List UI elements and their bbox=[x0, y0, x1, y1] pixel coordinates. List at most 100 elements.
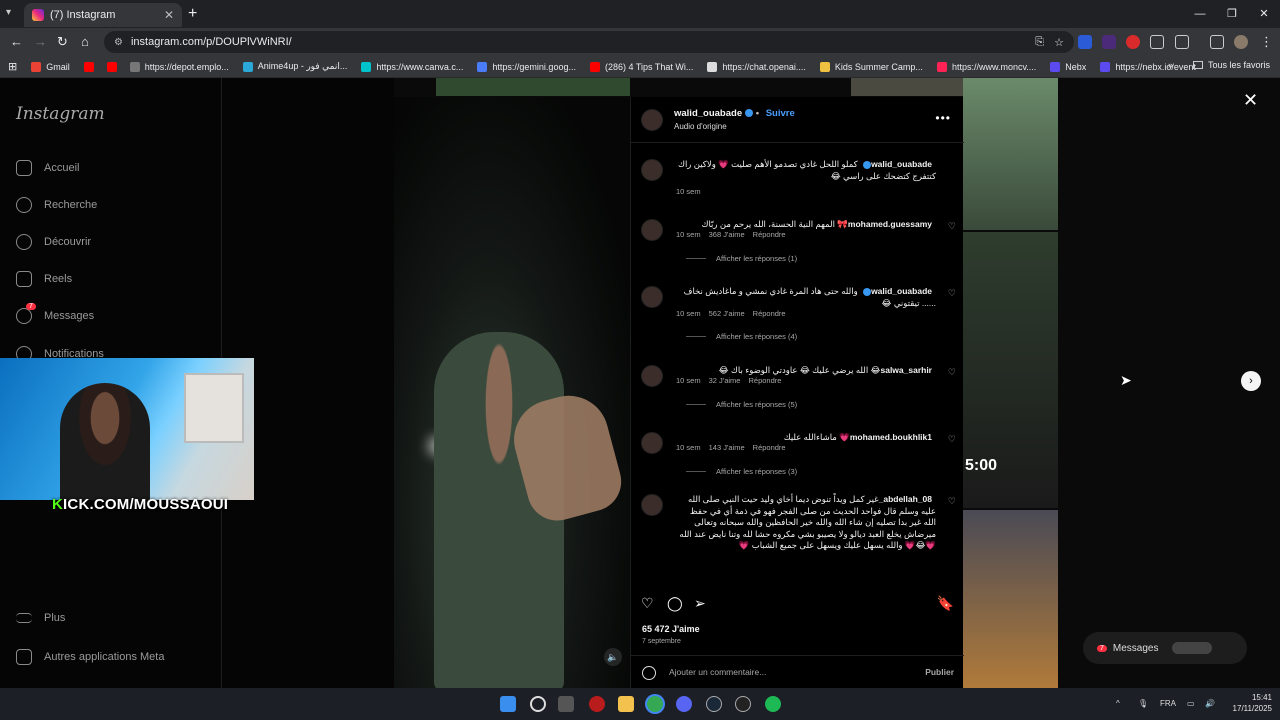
forward-icon[interactable]: → bbox=[34, 34, 47, 49]
comment-likes[interactable]: 143 J'aime bbox=[709, 443, 745, 452]
view-replies-button[interactable]: Afficher les réponses (5) bbox=[686, 400, 797, 409]
spotify-icon[interactable] bbox=[765, 696, 781, 712]
extensions-puzzle-icon[interactable] bbox=[1175, 35, 1189, 49]
comment-like-icon[interactable]: ♡ bbox=[948, 288, 956, 299]
extension-3-icon[interactable] bbox=[1126, 35, 1140, 49]
comment-username[interactable]: salwa_sarhir bbox=[880, 365, 932, 375]
reply-button[interactable]: Répondre bbox=[753, 443, 786, 452]
steam-icon[interactable] bbox=[706, 696, 722, 712]
extension-1-icon[interactable] bbox=[1078, 35, 1092, 49]
extension-4-icon[interactable] bbox=[1150, 35, 1164, 49]
comment-username[interactable]: walid_ouabade bbox=[871, 286, 932, 296]
sidebar-item-plus[interactable]: Plus bbox=[16, 612, 65, 624]
caption-username[interactable]: walid_ouabade bbox=[871, 159, 932, 169]
minimize-icon[interactable]: — bbox=[1184, 0, 1216, 28]
discord-icon[interactable] bbox=[676, 696, 692, 712]
reply-button[interactable]: Répondre bbox=[753, 309, 786, 318]
comment-like-icon[interactable]: ♡ bbox=[948, 221, 956, 232]
bookmark-item[interactable]: https://www.canva.c... bbox=[361, 61, 463, 72]
bookmark-item[interactable]: https://www.moncv.... bbox=[936, 61, 1036, 72]
bookmark-item[interactable]: Gmail bbox=[31, 61, 70, 72]
instagram-logo[interactable]: Instagram bbox=[16, 104, 105, 124]
windows-start-icon[interactable] bbox=[500, 696, 516, 712]
close-window-icon[interactable]: ✕ bbox=[1248, 0, 1280, 28]
clock[interactable]: 15:41 17/11/2025 bbox=[1233, 692, 1272, 714]
share-send-icon[interactable]: ➢ bbox=[694, 595, 706, 612]
app-icon[interactable] bbox=[735, 696, 751, 712]
save-bookmark-icon[interactable]: 🔖 bbox=[937, 595, 954, 612]
maximize-icon[interactable]: ❐ bbox=[1216, 0, 1248, 28]
taskbar-search-icon[interactable] bbox=[530, 696, 546, 712]
tray-chevron-icon[interactable]: ^ bbox=[1116, 699, 1120, 708]
audio-link[interactable]: Audio d'origine bbox=[674, 122, 727, 131]
author-avatar[interactable] bbox=[641, 109, 663, 131]
extension-2-icon[interactable] bbox=[1102, 35, 1116, 49]
close-modal-icon[interactable]: ✕ bbox=[1243, 90, 1258, 111]
bookmark-item[interactable]: Anime4up - انمي فور... bbox=[242, 61, 347, 72]
sidebar-item-accueil[interactable]: Accueil bbox=[16, 160, 79, 176]
address-bar[interactable]: ⚙ instagram.com/p/DOUPlVWiNRI/ ⎘ ☆ bbox=[104, 31, 1074, 53]
like-heart-icon[interactable]: ♡ bbox=[641, 595, 654, 612]
comment-input[interactable]: Ajouter un commentaire... bbox=[669, 667, 766, 677]
sidebar-item-messages[interactable]: 7 Messages bbox=[16, 303, 94, 324]
comment-like-icon[interactable]: ♡ bbox=[948, 434, 956, 445]
comment-bubble-icon[interactable]: ◯ bbox=[667, 595, 683, 612]
comment-likes[interactable]: 562 J'aime bbox=[709, 309, 745, 318]
messages-pill[interactable]: 7 Messages bbox=[1083, 632, 1247, 664]
reel-video[interactable] bbox=[394, 97, 630, 688]
publish-button[interactable]: Publier bbox=[925, 667, 954, 677]
sidebar-item-recherche[interactable]: Recherche bbox=[16, 197, 97, 213]
comment-like-icon[interactable]: ♡ bbox=[948, 496, 956, 507]
volume-icon[interactable]: 🔊 bbox=[1205, 699, 1215, 708]
menu-kebab-icon[interactable]: ⋮ bbox=[1260, 34, 1273, 50]
sidebar-item-decouvrir[interactable]: Découvrir bbox=[16, 234, 91, 250]
comment-username[interactable]: mohamed.boukhlik1 bbox=[850, 432, 932, 442]
more-bookmarks-icon[interactable]: » bbox=[1168, 60, 1173, 70]
back-icon[interactable]: ← bbox=[10, 34, 23, 49]
reply-button[interactable]: Répondre bbox=[753, 230, 786, 239]
comment-avatar[interactable] bbox=[641, 286, 663, 308]
next-post-chevron-icon[interactable]: › bbox=[1241, 371, 1261, 391]
mute-icon[interactable]: 🔈 bbox=[604, 648, 622, 666]
comment-avatar[interactable] bbox=[641, 432, 663, 454]
author-username[interactable]: walid_ouabade bbox=[674, 108, 742, 119]
bookmark-item[interactable] bbox=[83, 61, 99, 72]
reload-icon[interactable]: ↻ bbox=[57, 34, 68, 50]
chrome-icon[interactable] bbox=[647, 696, 663, 712]
bookmark-item[interactable]: (286) 4 Tips That Wi... bbox=[589, 61, 693, 72]
caption-avatar[interactable] bbox=[641, 159, 663, 181]
task-view-icon[interactable] bbox=[558, 696, 574, 712]
more-options-icon[interactable]: ••• bbox=[935, 111, 951, 125]
site-info-icon[interactable]: ⚙ bbox=[114, 37, 123, 48]
bookmark-item[interactable]: Nebx bbox=[1050, 61, 1086, 72]
comment-avatar[interactable] bbox=[641, 365, 663, 387]
bookmark-item[interactable] bbox=[106, 61, 122, 72]
bookmark-item[interactable]: Kids Summer Camp... bbox=[819, 61, 923, 72]
bookmark-item[interactable]: https://chat.openai.... bbox=[707, 61, 806, 72]
reply-button[interactable]: Répondre bbox=[748, 376, 781, 385]
sidebar-item-meta[interactable]: Autres applications Meta bbox=[16, 649, 164, 665]
likes-count[interactable]: 65 472 J'aime bbox=[642, 624, 700, 634]
comment-username[interactable]: _abdellah_08 bbox=[879, 494, 932, 504]
apps-grid-icon[interactable]: ⊞ bbox=[8, 60, 17, 73]
comment-username[interactable]: mohamed.guessamy bbox=[848, 219, 932, 229]
tab-search-icon[interactable]: ▾ bbox=[6, 7, 11, 18]
browser-tab-instagram[interactable]: (7) Instagram ✕ bbox=[24, 3, 182, 27]
tab-close-icon[interactable]: ✕ bbox=[164, 8, 174, 22]
new-tab-icon[interactable]: + bbox=[188, 5, 197, 23]
sidebar-item-reels[interactable]: Reels bbox=[16, 271, 72, 287]
view-replies-button[interactable]: Afficher les réponses (1) bbox=[686, 254, 797, 263]
profile-avatar[interactable] bbox=[1234, 35, 1248, 49]
comment-likes[interactable]: 32 J'aime bbox=[709, 376, 741, 385]
view-replies-button[interactable]: Afficher les réponses (4) bbox=[686, 332, 797, 341]
app-icon[interactable] bbox=[589, 696, 605, 712]
comment-like-icon[interactable]: ♡ bbox=[948, 367, 956, 378]
file-explorer-icon[interactable] bbox=[618, 696, 634, 712]
install-icon[interactable]: ⎘ bbox=[1035, 36, 1044, 49]
comment-avatar[interactable] bbox=[641, 219, 663, 241]
emoji-icon[interactable] bbox=[642, 666, 656, 680]
reading-list-icon[interactable] bbox=[1210, 35, 1224, 49]
bookmark-item[interactable]: https://depot.emplo... bbox=[129, 61, 229, 72]
network-icon[interactable]: ▭ bbox=[1187, 699, 1195, 708]
follow-button[interactable]: Suivre bbox=[766, 108, 795, 119]
